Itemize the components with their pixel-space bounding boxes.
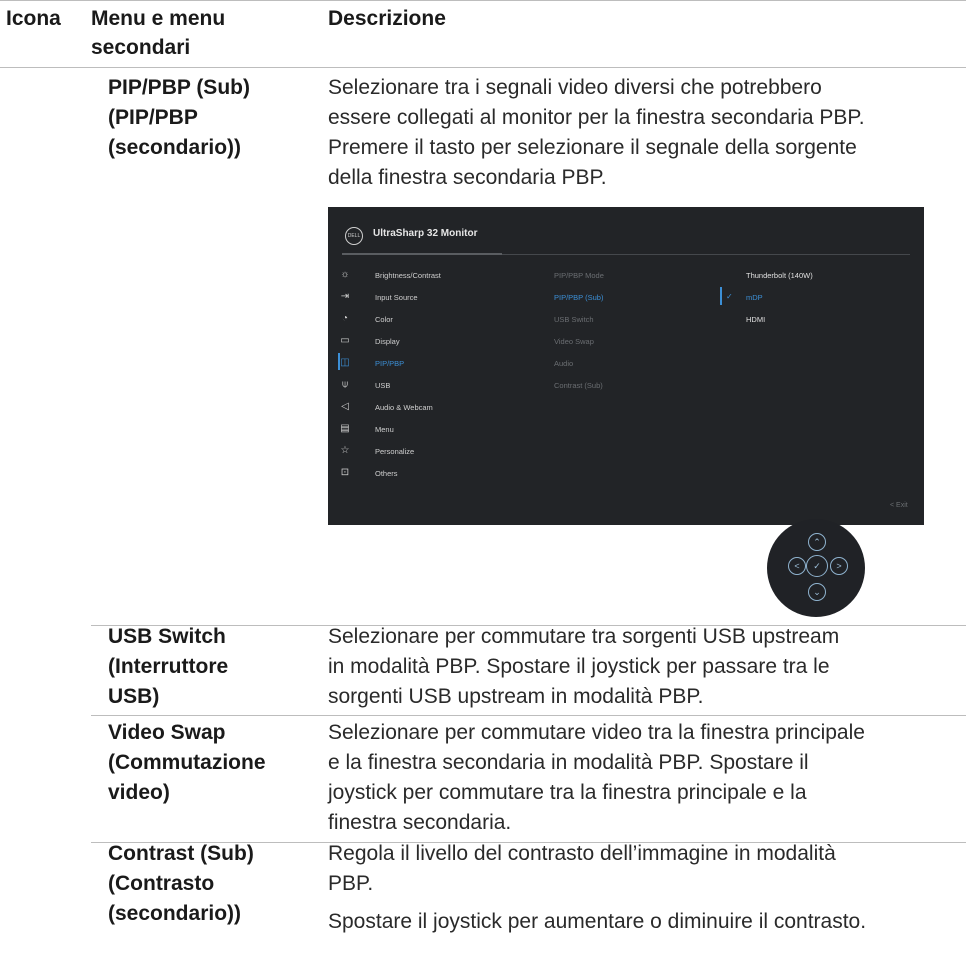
desc-line: essere collegati al monitor per la fines… [328, 106, 865, 129]
desc-line: joystick per commutare tra la finestra p… [328, 781, 807, 804]
osd-submenu-video-swap[interactable]: Video Swap [554, 337, 594, 346]
name-line: USB) [108, 685, 160, 708]
desc-line: PBP. [328, 872, 374, 895]
desc-line: Selezionare per commutare video tra la f… [328, 721, 865, 744]
name-line: (Commutazione [108, 751, 266, 774]
row-rule [91, 715, 966, 716]
osd-menu-item-audio-webcam[interactable]: ◁ Audio & Webcam [338, 400, 538, 416]
checkmark-icon: ✓ [726, 292, 733, 301]
name-line: USB Switch [108, 625, 226, 648]
usb-icon: ⍦ [342, 379, 348, 390]
top-rule [0, 0, 966, 1]
display-icon: ▭ [340, 335, 350, 346]
osd-menu-screenshot: DELL UltraSharp 32 Monitor ☼ Brightness/… [328, 207, 924, 525]
row-video-swap-desc: Selezionare per commutare video tra la f… [328, 718, 966, 838]
osd-menu-item-others[interactable]: ⊡ Others [338, 466, 538, 482]
osd-menu-item-personalize[interactable]: ☆ Personalize [338, 444, 538, 460]
osd-menu-label: Color [375, 315, 393, 324]
desc-line: in modalità PBP. Spostare il joystick pe… [328, 655, 830, 678]
name-line: video) [108, 781, 170, 804]
name-line: (Contrasto [108, 872, 215, 895]
joystick-left-icon: < [788, 557, 806, 575]
osd-menu-label: Display [375, 337, 400, 346]
row-contrast-sub-name: Contrast (Sub) (Contrasto (secondario)) [108, 839, 318, 929]
header-menu-col-line1: Menu e menu [91, 7, 226, 30]
desc-line: finestra secondaria. [328, 811, 512, 834]
osd-menu-item-brightness[interactable]: ☼ Brightness/Contrast [338, 268, 538, 284]
osd-menu-item-usb[interactable]: ⍦ USB [338, 378, 538, 394]
star-icon: ☆ [340, 445, 350, 456]
menu-icon: ▤ [340, 423, 350, 434]
osd-submenu-contrast-sub[interactable]: Contrast (Sub) [554, 381, 603, 390]
header-menu-col-line2: secondari [91, 36, 191, 59]
pip-pbp-icon: ◫ [340, 357, 350, 368]
osd-menu-label: USB [375, 381, 391, 390]
osd-option-hdmi[interactable]: HDMI [746, 315, 765, 324]
joystick-down-icon: ⌄ [808, 583, 826, 601]
joystick-right-icon: > [830, 557, 848, 575]
name-line: (secondario)) [108, 136, 242, 159]
osd-option-indicator [720, 287, 722, 305]
name-line: PIP/PBP (Sub) [108, 76, 250, 99]
desc-line: della finestra secondaria PBP. [328, 166, 607, 189]
desc-line: Premere il tasto per selezionare il segn… [328, 136, 857, 159]
name-line: (PIP/PBP [108, 106, 198, 129]
desc-line: Regola il livello del contrasto dell’imm… [328, 842, 836, 865]
joystick-center-icon: ✓ [806, 555, 828, 577]
osd-menu-label: Menu [375, 425, 394, 434]
osd-divider-accent [342, 253, 502, 255]
osd-menu-item-pip-pbp[interactable]: ◫ PIP/PBP [338, 356, 538, 372]
row-contrast-sub-desc: Regola il livello del contrasto dell’imm… [328, 839, 966, 937]
header-rule [0, 67, 966, 68]
osd-menu-label: Others [375, 469, 398, 478]
desc-line: Spostare il joystick per aumentare o dim… [328, 910, 867, 933]
osd-submenu-pip-pbp-sub[interactable]: PIP/PBP (Sub) [554, 293, 603, 302]
name-line: Contrast (Sub) [108, 842, 254, 865]
osd-menu-label: PIP/PBP [375, 359, 405, 368]
row-pip-sub-name: PIP/PBP (Sub) (PIP/PBP (secondario)) [108, 73, 318, 163]
row-video-swap-name: Video Swap (Commutazione video) [108, 718, 318, 808]
osd-menu-item-input-source[interactable]: ⇥ Input Source [338, 290, 538, 306]
joystick-up-icon: ⌃ [808, 533, 826, 551]
header-icon-col: Icona [6, 7, 61, 30]
others-icon: ⊡ [340, 467, 350, 478]
osd-menu-item-menu[interactable]: ▤ Menu [338, 422, 538, 438]
desc-line: Selezionare per commutare tra sorgenti U… [328, 625, 840, 648]
osd-menu-label: Brightness/Contrast [375, 271, 441, 280]
desc-line: sorgenti USB upstream in modalità PBP. [328, 685, 704, 708]
header-desc-col: Descrizione [328, 7, 446, 30]
row-pip-sub-desc: Selezionare tra i segnali video diversi … [328, 73, 966, 193]
row-usb-switch-desc: Selezionare per commutare tra sorgenti U… [328, 622, 966, 712]
osd-option-thunderbolt[interactable]: Thunderbolt (140W) [746, 271, 813, 280]
osd-title: UltraSharp 32 Monitor [373, 228, 478, 239]
name-line: (Interruttore [108, 655, 229, 678]
color-icon: ◔ [341, 313, 349, 324]
desc-line: e la finestra secondaria in modalità PBP… [328, 751, 809, 774]
osd-exit[interactable]: < Exit [890, 502, 908, 509]
input-source-icon: ⇥ [340, 291, 350, 302]
osd-option-mdp[interactable]: mDP [746, 293, 763, 302]
row-usb-switch-name: USB Switch (Interruttore USB) [108, 622, 318, 712]
osd-submenu-usb-switch[interactable]: USB Switch [554, 315, 594, 324]
osd-menu-item-color[interactable]: ◔ Color [338, 312, 538, 328]
osd-menu-label: Input Source [375, 293, 418, 302]
desc-line: Selezionare tra i segnali video diversi … [328, 76, 822, 99]
speaker-icon: ◁ [341, 401, 349, 412]
osd-menu-item-display[interactable]: ▭ Display [338, 334, 538, 350]
osd-submenu-pip-pbp-mode[interactable]: PIP/PBP Mode [554, 271, 604, 280]
joystick-illustration: ⌃ < ✓ > ⌄ [767, 519, 865, 617]
osd-menu-label: Audio & Webcam [375, 403, 433, 412]
dell-logo: DELL [345, 227, 363, 245]
name-line: (secondario)) [108, 902, 242, 925]
osd-submenu-audio[interactable]: Audio [554, 359, 573, 368]
name-line: Video Swap [108, 721, 226, 744]
brightness-icon: ☼ [340, 269, 350, 280]
osd-menu-label: Personalize [375, 447, 415, 456]
